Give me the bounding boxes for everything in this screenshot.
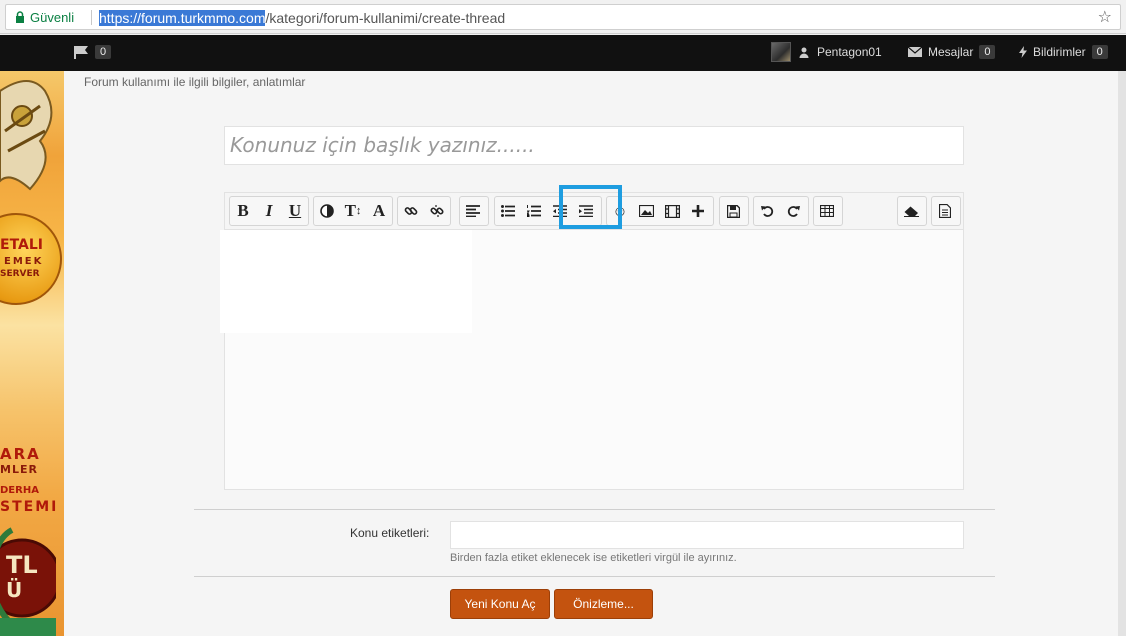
ad-text-5: MLER: [0, 463, 38, 476]
tags-input[interactable]: [450, 521, 964, 549]
bolt-icon: [1019, 46, 1027, 58]
font-size-label: T: [344, 201, 356, 220]
numbered-list-button[interactable]: [521, 197, 547, 225]
bullet-list-button[interactable]: [495, 197, 521, 225]
align-left-icon: [466, 205, 480, 217]
image-button[interactable]: [633, 197, 659, 225]
ad-text-8: TL: [6, 551, 38, 579]
insert-button[interactable]: [685, 197, 711, 225]
font-color-button[interactable]: A: [366, 197, 392, 225]
url-host: https://forum.turkmmo.com: [99, 10, 266, 26]
undo-icon: [760, 206, 773, 217]
messages-label: Mesajlar: [928, 45, 974, 59]
left-ad-banner[interactable]: ETALI EMEK SERVER ARA MLER DERHA STEMI T…: [0, 71, 64, 636]
bold-button[interactable]: B: [230, 197, 256, 225]
undo-button[interactable]: [754, 197, 780, 225]
notifications-count-badge: 0: [1091, 45, 1108, 59]
message-editor[interactable]: [220, 229, 964, 490]
messages-count-badge: 0: [979, 45, 996, 59]
unlink-button[interactable]: [424, 197, 450, 225]
address-box[interactable]: Güvenli https://forum.turkmmo.com/katego…: [5, 4, 1121, 30]
ad-text-2: EMEK: [4, 256, 44, 267]
ad-text-6: DERHA: [0, 485, 39, 496]
bullet-list-icon: [501, 205, 515, 217]
document-icon: [939, 204, 951, 218]
redo-button[interactable]: [780, 197, 806, 225]
eraser-icon: [903, 206, 919, 217]
username: Pentagon01: [817, 45, 882, 59]
image-icon: [638, 205, 654, 217]
link-button[interactable]: [398, 197, 424, 225]
link-icon: [404, 207, 418, 215]
plus-icon: [692, 205, 704, 217]
numbered-list-icon: [527, 205, 541, 217]
mascot-emblem-icon: [0, 80, 53, 191]
preview-button[interactable]: Önizleme...: [554, 589, 653, 619]
toggle-source-button[interactable]: [932, 197, 958, 225]
flag-menu[interactable]: 0: [73, 45, 112, 59]
user-menu[interactable]: Pentagon01: [771, 42, 882, 62]
address-separator: [91, 10, 92, 25]
page-right-edge: [1118, 71, 1126, 636]
url-text[interactable]: https://forum.turkmmo.com/kategori/forum…: [99, 10, 505, 26]
notifications-label: Bildirimler: [1033, 45, 1086, 59]
forum-top-nav: 0 Pentagon01 Mesajlar 0 Bildirimler 0: [0, 35, 1126, 71]
toolbar-group-table: [813, 196, 843, 226]
url-path: /kategori/forum-kullanimi/create-thread: [265, 10, 506, 26]
editor-toolbar: B I U T ↕ A ☺: [224, 185, 964, 230]
bookmark-star-icon[interactable]: ☆: [1098, 7, 1112, 27]
remove-formatting-button[interactable]: [898, 197, 924, 225]
toolbar-group-source: [931, 196, 961, 226]
underline-button[interactable]: U: [282, 197, 308, 225]
flag-icon: [74, 46, 88, 59]
font-size-button[interactable]: T ↕: [340, 197, 366, 225]
user-icon: [799, 47, 809, 58]
table-icon: [820, 205, 834, 217]
main-content: Forum kullanımı ile ilgili bilgiler, anl…: [64, 71, 1118, 636]
avatar: [771, 42, 791, 62]
toolbar-group-media: ☺: [606, 196, 714, 226]
toolbar-group-font: T ↕ A: [313, 196, 393, 226]
align-button[interactable]: [460, 197, 486, 225]
ad-text-9: Ü: [6, 578, 23, 602]
toolbar-group-text-style: B I U: [229, 196, 309, 226]
forum-description: Forum kullanımı ile ilgili bilgiler, anl…: [84, 75, 306, 89]
editor-blank-area: [220, 230, 472, 333]
ad-text-1: ETALI: [0, 237, 43, 253]
envelope-icon: [908, 47, 922, 57]
tags-label: Konu etiketleri:: [350, 526, 430, 540]
secure-label: Güvenli: [30, 10, 75, 25]
link-buttons-highlight: [559, 185, 622, 229]
flag-count-badge: 0: [95, 45, 112, 59]
media-button[interactable]: [659, 197, 685, 225]
italic-button[interactable]: I: [256, 197, 282, 225]
toolbar-group-save: [719, 196, 749, 226]
floppy-disk-icon: [726, 204, 740, 218]
redo-icon: [787, 206, 800, 217]
table-button[interactable]: [814, 197, 840, 225]
create-thread-button[interactable]: Yeni Konu Aç: [450, 589, 550, 619]
messages-menu[interactable]: Mesajlar 0: [908, 45, 996, 59]
tags-hint: Birden fazla etiket eklenecek ise etiket…: [450, 552, 737, 564]
notifications-menu[interactable]: Bildirimler 0: [1019, 45, 1108, 59]
divider-bottom: [194, 576, 995, 577]
toolbar-group-clear: [897, 196, 927, 226]
lock-icon: [16, 11, 24, 23]
browser-address-bar: Güvenli https://forum.turkmmo.com/katego…: [0, 0, 1126, 34]
contrast-button[interactable]: [314, 197, 340, 225]
ad-text-4: ARA: [0, 445, 41, 463]
divider-top: [194, 509, 995, 510]
film-icon: [664, 204, 680, 218]
contrast-icon: [320, 204, 334, 218]
toolbar-group-align: [459, 196, 489, 226]
ad-text-3: SERVER: [0, 269, 40, 279]
toolbar-group-history: [753, 196, 809, 226]
unlink-icon: [430, 205, 444, 217]
save-draft-button[interactable]: [720, 197, 746, 225]
ad-text-7: STEMI: [0, 499, 59, 515]
thread-title-input[interactable]: Konunuz için başlık yazınız......: [224, 126, 964, 165]
toolbar-group-link: [397, 196, 451, 226]
